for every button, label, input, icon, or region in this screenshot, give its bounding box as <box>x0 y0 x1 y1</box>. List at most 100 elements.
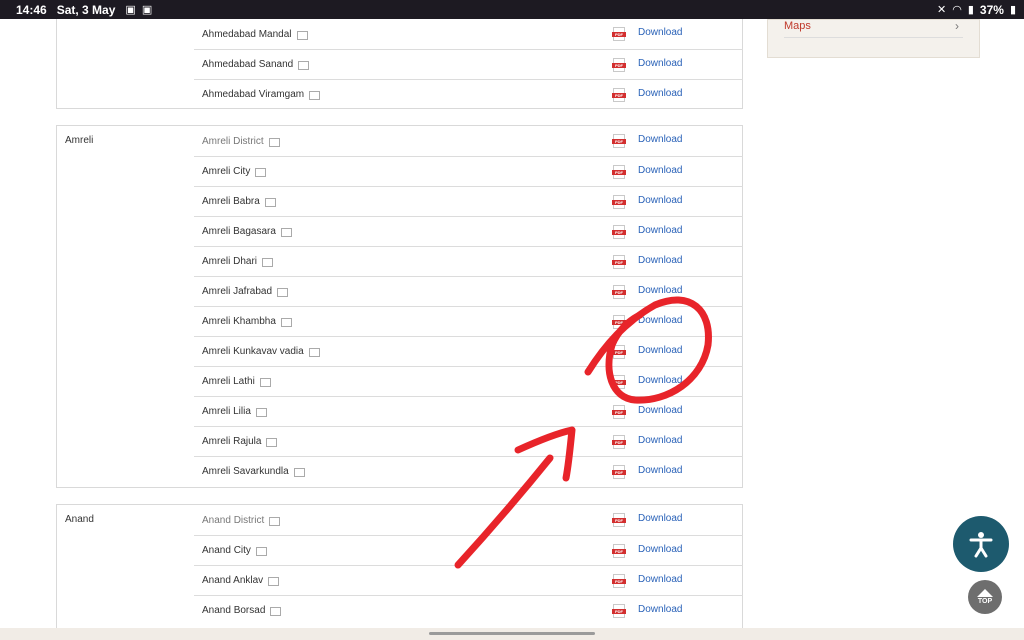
pdf-icon <box>612 574 626 588</box>
external-link-icon <box>277 288 289 297</box>
district-link[interactable]: Amreli District <box>202 136 264 147</box>
download-link[interactable]: Download <box>638 58 682 69</box>
pdf-icon <box>612 604 626 618</box>
taluka-link[interactable]: Amreli Babra <box>202 196 260 207</box>
battery-percent: 37% <box>979 2 1004 17</box>
download-link[interactable]: Download <box>638 27 682 38</box>
external-link-icon <box>269 516 281 526</box>
taluka-link[interactable]: Ahmedabad Mandal <box>202 29 292 40</box>
external-link-icon <box>293 468 305 477</box>
table-row: Amreli Dhari Download <box>194 246 743 276</box>
table-row: Ahmedabad Mandal Download <box>194 19 743 49</box>
top-label: TOP <box>977 598 993 605</box>
taluka-link[interactable]: Anand Borsad <box>202 605 265 616</box>
home-gesture-handle[interactable] <box>429 632 595 635</box>
table-row: Amreli Kunkavav vadia Download <box>194 336 743 366</box>
taluka-link[interactable]: Anand Anklav <box>202 575 263 586</box>
sidebar-maps-card[interactable]: Maps › <box>767 19 980 58</box>
taluka-link[interactable]: Amreli Dhari <box>202 256 257 267</box>
download-link[interactable]: Download <box>638 513 682 524</box>
external-link-icon <box>255 168 267 177</box>
pdf-icon <box>612 285 626 299</box>
taluka-link[interactable]: Amreli Bagasara <box>202 226 276 237</box>
external-link-icon <box>266 438 278 447</box>
gallery-icon: ▣ <box>125 4 136 16</box>
taluka-link[interactable]: Amreli Khambha <box>202 316 276 327</box>
external-link-icon <box>255 408 267 417</box>
mute-icon: ✕ <box>937 4 947 16</box>
district-table-ahmedabad: Ahmedabad Mandal Download Ahmedabad Sana… <box>56 19 743 109</box>
sidebar-maps-link[interactable]: Maps <box>784 20 811 32</box>
external-link-icon <box>308 348 320 357</box>
table-row: Amreli Bagasara Download <box>194 216 743 246</box>
external-link-icon <box>298 61 310 70</box>
table-row: Amreli Savarkundla Download <box>194 456 743 486</box>
image-icon: ▣ <box>141 4 153 16</box>
download-link[interactable]: Download <box>638 345 682 356</box>
pdf-icon <box>612 544 626 558</box>
download-link[interactable]: Download <box>638 574 682 585</box>
status-time: 14:46 <box>16 2 47 17</box>
back-to-top-button[interactable]: TOP <box>968 580 1002 614</box>
taluka-link[interactable]: Amreli Rajula <box>202 436 261 447</box>
district-name: Anand <box>65 514 94 525</box>
pdf-icon <box>612 345 626 359</box>
taluka-link[interactable]: Ahmedabad Sanand <box>202 59 293 70</box>
status-date: Sat, 3 May <box>56 2 116 17</box>
download-link[interactable]: Download <box>638 165 682 176</box>
table-row: Ahmedabad Viramgam Download <box>194 79 743 109</box>
download-link[interactable]: Download <box>638 544 682 555</box>
taluka-link[interactable]: Amreli Lilia <box>202 406 251 417</box>
status-bar: 14:46 Sat, 3 May ▣ ▣ ✕ ◠ ▮ 37% ▮ <box>0 0 1024 19</box>
taluka-link[interactable]: Amreli Savarkundla <box>202 466 289 477</box>
table-row: Anand Borsad Download <box>194 595 743 625</box>
pdf-icon <box>612 315 626 329</box>
taluka-link[interactable]: Amreli Lathi <box>202 376 255 387</box>
table-row: Amreli Jafrabad Download <box>194 276 743 306</box>
battery-icon: ▮ <box>1009 4 1016 16</box>
district-link[interactable]: Anand District <box>202 515 264 526</box>
download-link[interactable]: Download <box>638 88 682 99</box>
pdf-icon <box>612 405 626 419</box>
pdf-icon <box>612 465 626 479</box>
download-link[interactable]: Download <box>638 195 682 206</box>
download-link[interactable]: Download <box>638 604 682 615</box>
district-name: Amreli <box>65 135 94 146</box>
pdf-icon <box>612 58 626 72</box>
table-row: Amreli City Download <box>194 156 743 186</box>
external-link-icon <box>296 30 308 40</box>
district-table-amreli: Amreli Amreli District Download Amreli C… <box>56 125 743 488</box>
download-link[interactable]: Download <box>638 465 682 476</box>
download-link[interactable]: Download <box>638 285 682 296</box>
download-link[interactable]: Download <box>638 255 682 266</box>
pdf-icon <box>612 195 626 209</box>
external-link-icon <box>280 318 292 327</box>
download-link[interactable]: Download <box>638 225 682 236</box>
arrow-up-icon <box>977 589 993 597</box>
pdf-icon <box>612 165 626 179</box>
page-content: Maps › Ahmedabad Mandal Download Ahmedab… <box>0 19 1024 628</box>
taluka-link[interactable]: Amreli Kunkavav vadia <box>202 346 304 357</box>
external-link-icon <box>255 547 267 556</box>
download-link[interactable]: Download <box>638 375 682 386</box>
download-link[interactable]: Download <box>638 405 682 416</box>
signal-icon: ▮ <box>967 4 974 16</box>
district-table-anand: Anand Anand District Download Anand City… <box>56 504 743 628</box>
taluka-link[interactable]: Amreli Jafrabad <box>202 286 272 297</box>
pdf-icon <box>612 513 626 527</box>
taluka-link[interactable]: Anand City <box>202 545 251 556</box>
table-row: Anand District Download <box>194 505 743 535</box>
taluka-link[interactable]: Ahmedabad Viramgam <box>202 89 304 100</box>
download-link[interactable]: Download <box>638 315 682 326</box>
pdf-icon <box>612 134 626 148</box>
table-row: Amreli Lilia Download <box>194 396 743 426</box>
external-link-icon <box>268 577 280 586</box>
pdf-icon <box>612 88 626 102</box>
chevron-right-icon: › <box>955 19 959 33</box>
download-link[interactable]: Download <box>638 134 682 145</box>
accessibility-button[interactable] <box>953 516 1009 572</box>
table-row: Amreli Khambha Download <box>194 306 743 336</box>
taluka-link[interactable]: Amreli City <box>202 166 250 177</box>
pdf-icon <box>612 435 626 449</box>
download-link[interactable]: Download <box>638 435 682 446</box>
